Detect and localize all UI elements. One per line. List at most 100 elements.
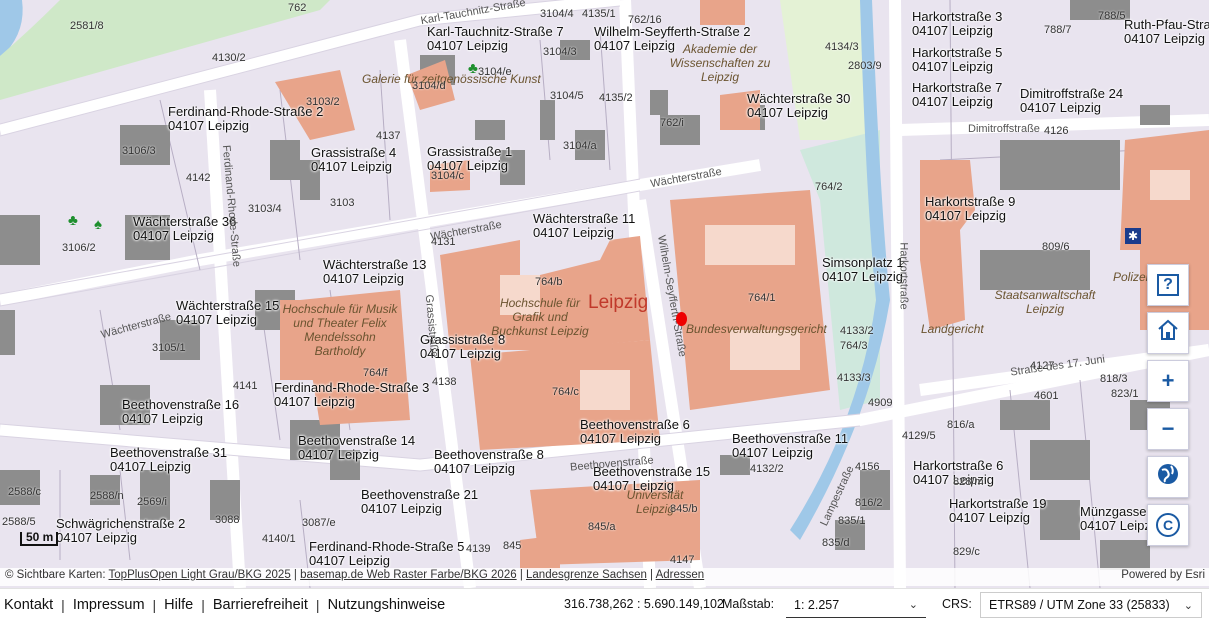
scale-select[interactable]: 1: 2.257 ⌄	[786, 592, 926, 618]
parcel-label: 2581/8	[70, 20, 104, 32]
map-view[interactable]: Karl-Tauchnitz-Straße 7 04107 Leipzig Wil…	[0, 0, 1209, 588]
parcel-label: 3106/3	[122, 145, 156, 157]
tree-icon: ♠	[94, 216, 102, 233]
parcel-label: 4601	[1034, 390, 1059, 402]
poi-label: Bundesverwaltungsgericht	[686, 322, 827, 336]
address-label: Grassistraße 4 04107 Leipzig	[311, 145, 397, 174]
parcel-label: 4126	[1044, 125, 1069, 137]
parcel-label: 2588/c	[8, 486, 42, 498]
location-marker[interactable]	[676, 312, 687, 326]
address-label: Harkortstraße 7 04107 Leipzig	[912, 80, 1003, 109]
zoom-out-button[interactable]: −	[1147, 408, 1189, 450]
address-label: Grassistraße 1 04107 Leipzig	[427, 144, 513, 173]
attribution-prefix: © Sichtbare Karten:	[5, 569, 106, 581]
parcel-label: 818/3	[1100, 373, 1128, 385]
scale-bar: 50 m	[18, 528, 138, 548]
parcel-label: 4137	[376, 130, 401, 142]
parcel-label: 4133/3	[837, 372, 871, 384]
poi-label: Galerie für zeitgenössische Kunst	[362, 72, 541, 86]
poi-label: Landgericht	[921, 322, 984, 336]
scale-label: Maßstab:	[722, 597, 775, 611]
parcel-label: 4141	[233, 380, 258, 392]
attribution-link[interactable]: TopPlusOpen Light Grau/BKG 2025	[109, 569, 291, 581]
address-label: Beethovenstraße 31 04107 Leipzig	[110, 445, 228, 474]
parcel-label: 3103/2	[306, 96, 340, 108]
tree-icon: ♣	[468, 60, 478, 77]
parcel-label: 4133/2	[840, 325, 874, 337]
map-app: Karl-Tauchnitz-Straße 7 04107 Leipzig Wil…	[0, 0, 1209, 620]
poi-label: Akademie der Wissenschaften zu Leipzig	[669, 42, 771, 84]
parcel-label: 845	[503, 540, 522, 552]
attribution-link[interactable]: basemap.de Web Raster Farbe/BKG 2026	[300, 569, 517, 581]
parcel-label: 2803/9	[848, 60, 882, 72]
powered-by: Powered by Esri	[1121, 569, 1205, 581]
help-button[interactable]: ?	[1147, 264, 1189, 306]
parcel-label: 762	[288, 2, 307, 14]
home-button[interactable]	[1147, 312, 1189, 354]
parcel-label: 823/1	[1111, 388, 1139, 400]
home-icon	[1156, 318, 1180, 348]
poi-label: Staatsanwaltschaft Leipzig	[994, 288, 1096, 316]
tree-icon: ♣	[68, 212, 78, 229]
hilfe-link[interactable]: Hilfe	[164, 597, 193, 613]
poi-label: Polizei	[1113, 270, 1149, 284]
attribution-link[interactable]: Landesgrenze Sachsen	[526, 569, 647, 581]
parcel-label: 845/b	[670, 503, 698, 515]
chevron-down-icon: ⌄	[1183, 600, 1193, 612]
parcel-label: 4135/2	[599, 92, 633, 104]
address-label: Harkortstraße 19 04107 Leipzig	[949, 496, 1047, 525]
parcel-label: 4138	[432, 376, 457, 388]
parcel-label: 816/a	[947, 419, 975, 431]
address-label: Ferdinand-Rhode-Straße 2 04107 Leipzig	[168, 104, 324, 133]
parcel-label: 835/d	[822, 537, 850, 549]
zoom-in-button[interactable]: +	[1147, 360, 1189, 402]
parcel-label: 816/2	[855, 497, 883, 509]
impressum-link[interactable]: Impressum	[73, 597, 145, 613]
plus-icon: +	[1161, 368, 1175, 393]
address-label: Beethovenstraße 21 04107 Leipzig	[361, 487, 479, 516]
parcel-label: 4129/5	[902, 430, 936, 442]
parcel-label: 3104/d	[412, 80, 446, 92]
parcel-label: 3104/5	[550, 90, 584, 102]
city-label: Leipzig	[588, 292, 649, 313]
address-label: Ruth-Pfau-Straße04107 Leipzig	[1124, 17, 1209, 46]
address-label: Beethovenstraße 16 04107 Leipzig	[122, 397, 240, 426]
copyright-button[interactable]: C	[1147, 504, 1189, 546]
parcel-label: 788/5	[1098, 10, 1126, 22]
parcel-label: 764/b	[535, 276, 563, 288]
attribution-bar: © Sichtbare Karten: TopPlusOpen Light Gr…	[0, 568, 1209, 586]
parcel-label: 828/m	[953, 476, 984, 488]
address-label: Ferdinand-Rhode-Straße 5 04107 Leipzig	[309, 539, 465, 568]
street-label: Dimitroffstraße	[968, 123, 1040, 135]
address-label: Ferdinand-Rhode-Straße 3 04107 Leipzig	[274, 380, 430, 409]
attribution-link[interactable]: Adressen	[656, 569, 705, 581]
globe-icon	[1156, 462, 1180, 492]
parcel-label: 4140/1	[262, 533, 296, 545]
parcel-label: 3087/e	[302, 517, 336, 529]
crs-value: ETRS89 / UTM Zone 33 (25833)	[989, 598, 1170, 612]
parcel-label: 4131	[431, 236, 456, 248]
kontakt-link[interactable]: Kontakt	[4, 597, 53, 613]
address-label: Wächterstraße 30 04107 Leipzig	[747, 91, 851, 120]
nutzungshinweise-link[interactable]: Nutzungshinweise	[328, 597, 446, 613]
crs-select[interactable]: ETRS89 / UTM Zone 33 (25833) ⌄	[980, 592, 1202, 618]
parcel-label: 4909	[868, 397, 893, 409]
barrierefreiheit-link[interactable]: Barrierefreiheit	[213, 597, 308, 613]
parcel-label: 2569/i	[137, 496, 167, 508]
address-label: Wächterstraße 11 04107 Leipzig	[533, 211, 636, 240]
parcel-label: 4132/2	[750, 463, 784, 475]
coordinate-readout: 316.738,262 : 5.690.149,102	[564, 597, 724, 611]
parcel-label: 3088	[215, 514, 240, 526]
parcel-label: 809/6	[1042, 241, 1070, 253]
address-label: Dimitroffstraße 24 04107 Leipzig	[1020, 86, 1124, 115]
scale-value: 1: 2.257	[794, 598, 840, 612]
address-label: Beethovenstraße 6 04107 Leipzig	[580, 417, 690, 446]
parcel-label: 3106/2	[62, 242, 96, 254]
crs-label: CRS:	[942, 597, 972, 611]
basemap-button[interactable]	[1147, 456, 1189, 498]
poi-label: Hochschule für Musik und Theater Felix M…	[282, 302, 398, 358]
address-label: Wächterstraße 15 04107 Leipzig	[176, 298, 280, 327]
address-label: Simsonplatz 1 04107 Leipzig	[822, 255, 904, 284]
parcel-label: 4135/1	[582, 8, 616, 20]
parcel-label: 3104/4	[540, 8, 574, 20]
